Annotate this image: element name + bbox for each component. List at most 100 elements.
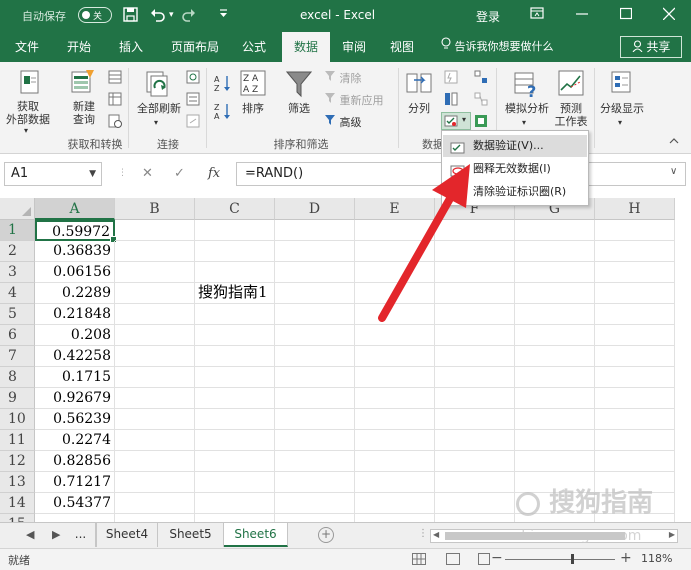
row-header[interactable]: 7 xyxy=(0,346,35,367)
cell[interactable] xyxy=(515,262,595,283)
properties-icon[interactable] xyxy=(186,92,200,109)
manage-data-model-icon[interactable] xyxy=(474,114,488,131)
expand-formula-bar-icon[interactable]: ∨ xyxy=(670,166,677,177)
row-header[interactable]: 12 xyxy=(0,451,35,472)
zoom-slider-thumb[interactable] xyxy=(571,554,574,564)
sheet-next-icon[interactable]: ▶ xyxy=(52,528,60,541)
cancel-icon[interactable]: ✕ xyxy=(142,166,153,181)
worksheet-grid[interactable]: ABCDEFGH 1 0.59972 2 0.36839 3 0.06156 4 0.2289… xyxy=(0,198,691,522)
row-header[interactable]: 8 xyxy=(0,367,35,388)
remove-duplicates-icon[interactable] xyxy=(444,92,458,109)
cell[interactable] xyxy=(275,283,355,304)
cell[interactable] xyxy=(275,262,355,283)
cell[interactable] xyxy=(275,514,355,522)
cell[interactable] xyxy=(515,367,595,388)
column-header-c[interactable]: C xyxy=(195,198,275,220)
column-header-a[interactable]: A xyxy=(35,198,115,220)
row-header[interactable]: 2 xyxy=(0,241,35,262)
cell[interactable] xyxy=(435,493,515,514)
flash-fill-icon[interactable] xyxy=(444,70,458,87)
cell[interactable] xyxy=(195,388,275,409)
cell[interactable] xyxy=(115,220,195,241)
tab-formulas[interactable]: 公式 xyxy=(234,32,274,62)
scroll-right-icon[interactable]: ▶ xyxy=(669,530,675,539)
cell[interactable] xyxy=(195,346,275,367)
text-to-columns-button[interactable]: 分列 xyxy=(402,102,436,115)
cell-a-value[interactable]: 0.2289 xyxy=(35,283,115,304)
cell[interactable] xyxy=(515,220,595,241)
page-break-view-icon[interactable] xyxy=(478,553,490,565)
cell[interactable] xyxy=(195,325,275,346)
cell[interactable] xyxy=(435,451,515,472)
cell[interactable] xyxy=(515,451,595,472)
column-header-h[interactable]: H xyxy=(595,198,675,220)
login-link[interactable]: 登录 xyxy=(476,8,500,25)
cell[interactable] xyxy=(195,367,275,388)
cell-a-value[interactable]: 0.36839 xyxy=(35,241,115,262)
cell[interactable] xyxy=(595,304,675,325)
column-header-b[interactable]: B xyxy=(115,198,195,220)
row-header[interactable]: 14 xyxy=(0,493,35,514)
cell[interactable] xyxy=(115,430,195,451)
undo-dropdown-icon[interactable]: ▾ xyxy=(169,7,174,23)
cell[interactable] xyxy=(355,346,435,367)
cell[interactable] xyxy=(115,388,195,409)
get-external-data-button[interactable]: 获取 外部数据 xyxy=(2,100,54,126)
cell[interactable] xyxy=(195,514,275,522)
cell[interactable] xyxy=(195,493,275,514)
show-queries-icon[interactable] xyxy=(108,70,122,87)
advanced-filter-button[interactable]: 高级 xyxy=(324,114,362,129)
data-validation-button[interactable]: ▾ xyxy=(441,112,471,130)
row-header[interactable]: 5 xyxy=(0,304,35,325)
tab-home[interactable]: 开始 xyxy=(58,32,100,62)
add-sheet-icon[interactable]: + xyxy=(318,527,334,543)
row-header[interactable]: 9 xyxy=(0,388,35,409)
redo-icon[interactable] xyxy=(182,7,196,26)
customize-qat-icon[interactable] xyxy=(219,7,228,25)
cell[interactable] xyxy=(115,367,195,388)
cell[interactable] xyxy=(355,430,435,451)
refresh-all-button[interactable]: 全部刷新 xyxy=(132,102,186,115)
row-header[interactable]: 6 xyxy=(0,325,35,346)
cell-a-value[interactable]: 0.54377 xyxy=(35,493,115,514)
cell[interactable] xyxy=(115,409,195,430)
cell[interactable] xyxy=(515,388,595,409)
tab-page-layout[interactable]: 页面布局 xyxy=(162,32,228,62)
from-table-icon[interactable] xyxy=(108,92,122,109)
cell-a-value[interactable]: 0.71217 xyxy=(35,472,115,493)
connections-icon[interactable] xyxy=(186,70,200,87)
zoom-out-icon[interactable]: − xyxy=(491,550,503,566)
cell[interactable] xyxy=(275,325,355,346)
external-data-caret[interactable]: ▾ xyxy=(24,124,28,137)
row-header[interactable]: 3 xyxy=(0,262,35,283)
cell[interactable] xyxy=(275,409,355,430)
column-header-d[interactable]: D xyxy=(275,198,355,220)
cell[interactable] xyxy=(515,241,595,262)
ribbon-display-icon[interactable] xyxy=(530,6,544,24)
tab-split-icon[interactable]: ⋮ xyxy=(418,528,428,539)
cell[interactable] xyxy=(115,451,195,472)
cell[interactable] xyxy=(115,283,195,304)
cell[interactable] xyxy=(275,220,355,241)
close-icon[interactable] xyxy=(662,6,676,24)
cell[interactable] xyxy=(115,514,195,522)
cell-a-value[interactable]: 0.59972 xyxy=(35,220,117,243)
zoom-level[interactable]: 118% xyxy=(641,552,672,565)
row-header[interactable]: 13 xyxy=(0,472,35,493)
cell[interactable] xyxy=(115,304,195,325)
cell[interactable] xyxy=(515,430,595,451)
cell[interactable] xyxy=(115,262,195,283)
sort-button[interactable]: 排序 xyxy=(238,102,268,115)
cell-a-value[interactable]: 0.208 xyxy=(35,325,115,346)
cell[interactable] xyxy=(275,493,355,514)
sort-za-icon[interactable]: ZA xyxy=(214,102,232,123)
sheet-tab-sheet6[interactable]: Sheet6 xyxy=(224,523,288,547)
cell[interactable] xyxy=(275,451,355,472)
tab-insert[interactable]: 插入 xyxy=(110,32,152,62)
cell[interactable] xyxy=(355,451,435,472)
cell[interactable] xyxy=(595,241,675,262)
cell-a-value[interactable]: 0.21848 xyxy=(35,304,115,325)
save-icon[interactable] xyxy=(123,7,138,26)
cell[interactable] xyxy=(355,514,435,522)
what-if-analysis-button[interactable]: 模拟分析 xyxy=(500,102,554,115)
